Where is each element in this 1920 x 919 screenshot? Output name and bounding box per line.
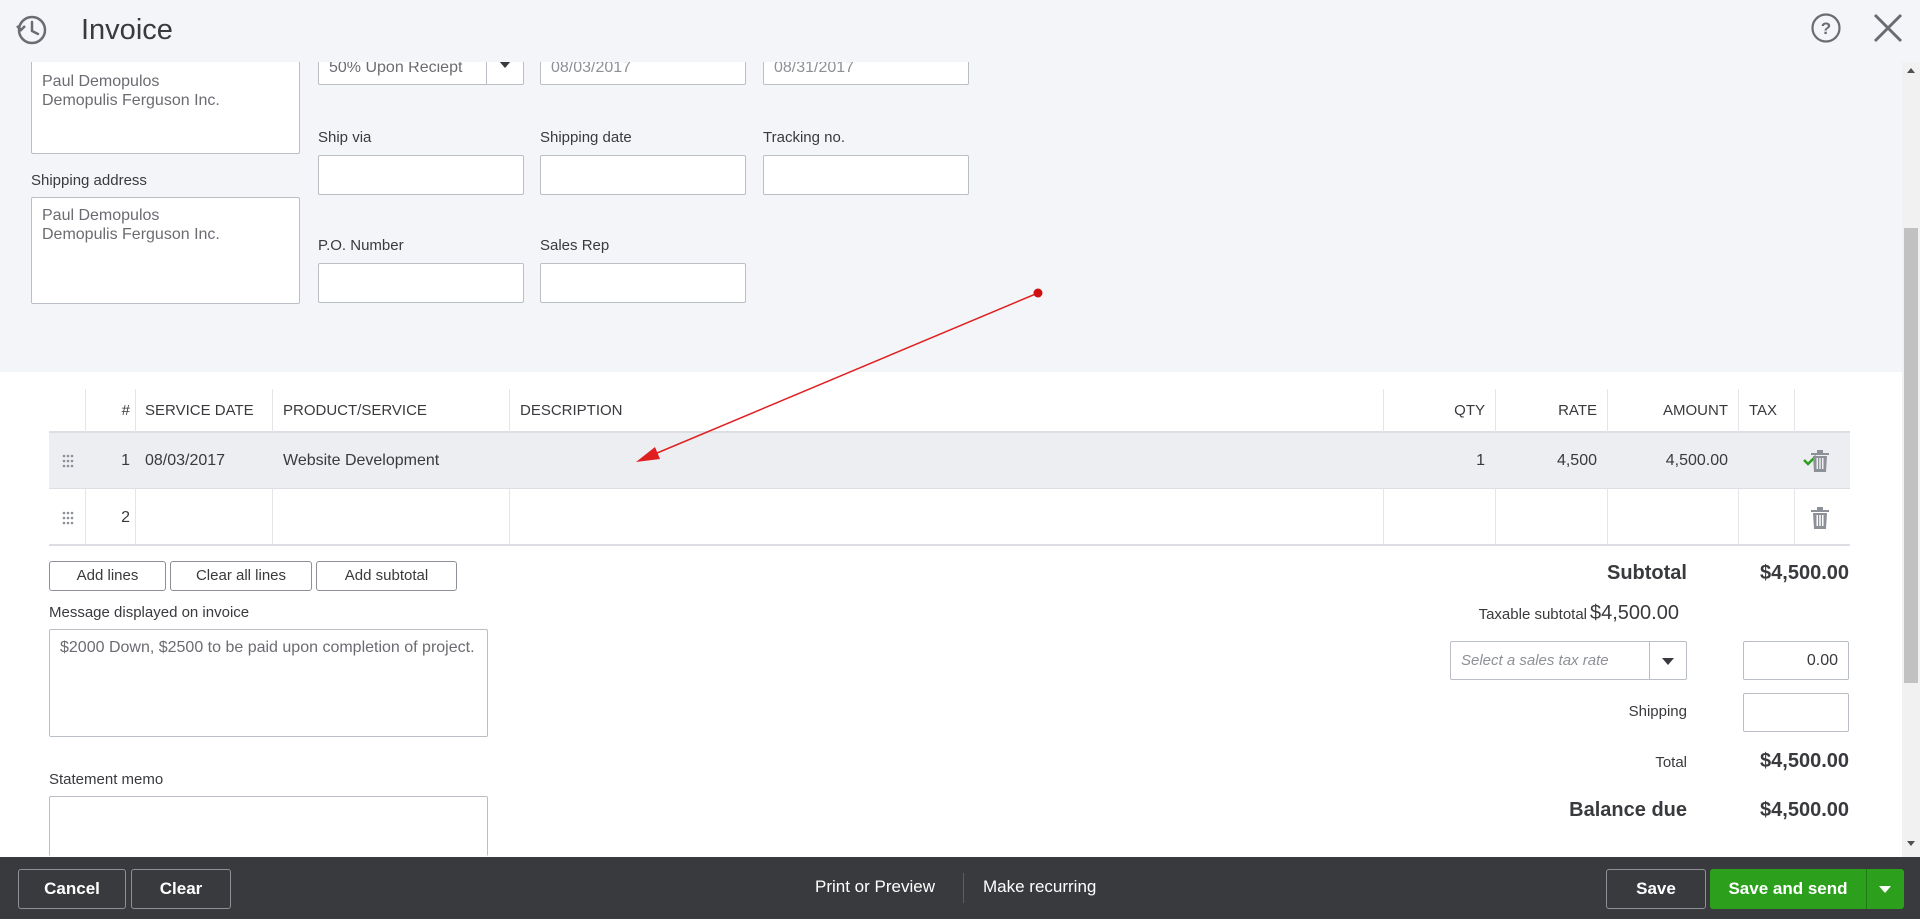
message-field[interactable]: $2000 Down, $2500 to be paid upon comple… [49,629,488,737]
taxable-subtotal-label: Taxable subtotal [1478,606,1587,623]
tax-dropdown-separator [1649,642,1650,679]
taxable-subtotal-value: $4,500.00 [1590,602,1679,624]
billing-address-line-2: Demopulis Ferguson Inc. [42,92,220,109]
sales-tax-rate-dropdown[interactable]: Select a sales tax rate [1450,641,1687,680]
table-row[interactable]: 2 [49,490,1850,546]
shipping-date-label: Shipping date [540,129,632,146]
save-and-send-split-button: Save and send [1710,869,1904,909]
statement-memo-field[interactable] [49,796,488,856]
balance-due-label: Balance due [1569,799,1687,821]
total-label: Total [1655,754,1687,771]
cell-rate[interactable]: 4,500 [1499,433,1597,489]
terms-dropdown[interactable]: 50% Upon Reciept [318,62,524,85]
print-preview-link[interactable]: Print or Preview [815,877,935,897]
terms-dropdown-separator [486,62,487,84]
clear-all-lines-button[interactable]: Clear all lines [170,561,312,591]
sales-rep-field[interactable] [540,263,746,303]
close-icon[interactable] [1870,10,1906,46]
col-header-qty: QTY [1454,402,1485,419]
invoice-date-value: 08/03/2017 [551,62,632,76]
col-header-rate: RATE [1558,402,1597,419]
subtotal-value: $4,500.00 [1760,562,1849,584]
cell-product-service[interactable]: Website Development [283,433,439,489]
trash-icon[interactable] [1811,450,1829,472]
col-header-service-date: SERVICE DATE [145,402,254,419]
help-icon[interactable]: ? [1810,12,1842,44]
shipping-address-line-2: Demopulis Ferguson Inc. [42,226,220,243]
po-number-field[interactable] [318,263,524,303]
sales-tax-amount-field[interactable]: 0.00 [1743,641,1849,680]
tracking-no-field[interactable] [763,155,969,195]
total-value: $4,500.00 [1760,750,1849,772]
billing-address-line-1: Paul Demopulos [42,73,160,90]
col-header-product-service: PRODUCT/SERVICE [283,402,427,419]
trash-icon[interactable] [1811,507,1829,529]
save-options-dropdown[interactable] [1867,869,1904,909]
shipping-label: Shipping [1628,703,1687,720]
recent-transactions-icon[interactable] [14,12,50,48]
drag-handle-icon[interactable] [62,511,74,525]
statement-memo-label: Statement memo [49,771,164,788]
ship-via-label: Ship via [318,129,372,146]
scroll-up-icon[interactable] [1906,66,1916,76]
clear-button[interactable]: Clear [131,869,231,909]
scroll-down-icon[interactable] [1906,838,1916,848]
add-subtotal-button[interactable]: Add subtotal [316,561,457,591]
cancel-button[interactable]: Cancel [18,869,126,909]
subtotal-label: Subtotal [1607,562,1687,584]
invoice-header: Invoice ? [0,0,1920,62]
chevron-down-icon[interactable] [1662,658,1674,665]
cell-description[interactable] [520,433,1380,489]
add-lines-button[interactable]: Add lines [49,561,166,591]
terms-value: 50% Upon Reciept [329,62,463,76]
shipping-date-field[interactable] [540,155,746,195]
po-number-label: P.O. Number [318,237,404,254]
page-title: Invoice [81,14,173,46]
col-header-description: DESCRIPTION [520,402,623,419]
sales-tax-amount-value: 0.00 [1806,652,1838,669]
line-items-header: # SERVICE DATE PRODUCT/SERVICE DESCRIPTI… [49,389,1850,433]
make-recurring-link[interactable]: Make recurring [983,877,1096,897]
shipping-amount-field[interactable] [1743,693,1849,732]
shipping-address-label: Shipping address [31,172,147,189]
billing-address-field[interactable]: Paul Demopulos Demopulis Ferguson Inc. [31,62,300,154]
save-and-send-button[interactable]: Save and send [1710,869,1866,909]
svg-text:?: ? [1821,19,1831,38]
tracking-no-label: Tracking no. [763,129,845,146]
footer-divider [963,873,964,903]
col-header-amount: AMOUNT [1663,402,1728,419]
message-label: Message displayed on invoice [49,604,250,621]
due-date-field[interactable]: 08/31/2017 [763,62,969,85]
due-date-value: 08/31/2017 [774,62,855,76]
sales-rep-label: Sales Rep [540,237,610,254]
table-row[interactable]: 1 08/03/2017 Website Development 1 4,500… [49,433,1850,489]
cell-service-date[interactable]: 08/03/2017 [145,433,225,489]
message-text: $2000 Down, $2500 to be paid upon comple… [60,639,475,656]
col-header-tax: TAX [1748,402,1778,419]
cell-amount[interactable]: 4,500.00 [1609,433,1728,489]
scrollbar-thumb[interactable] [1904,228,1918,683]
save-button[interactable]: Save [1606,869,1706,909]
invoice-details-section: Paul Demopulos Demopulis Ferguson Inc. 5… [0,62,1902,372]
col-header-number: # [121,402,130,419]
cell-qty[interactable]: 1 [1385,433,1485,489]
shipping-address-line-1: Paul Demopulos [42,207,160,224]
chevron-down-icon [1879,886,1891,893]
sales-tax-rate-placeholder: Select a sales tax rate [1461,652,1609,669]
cell-number: 2 [121,509,130,526]
balance-due-value: $4,500.00 [1760,799,1849,821]
chevron-down-icon[interactable] [499,62,511,68]
footer-bar: Cancel Clear Print or Preview Make recur… [0,857,1920,919]
shipping-address-field[interactable]: Paul Demopulos Demopulis Ferguson Inc. [31,197,300,304]
cell-number: 1 [121,452,130,469]
ship-via-field[interactable] [318,155,524,195]
drag-handle-icon[interactable] [62,454,74,468]
invoice-date-field[interactable]: 08/03/2017 [540,62,746,85]
